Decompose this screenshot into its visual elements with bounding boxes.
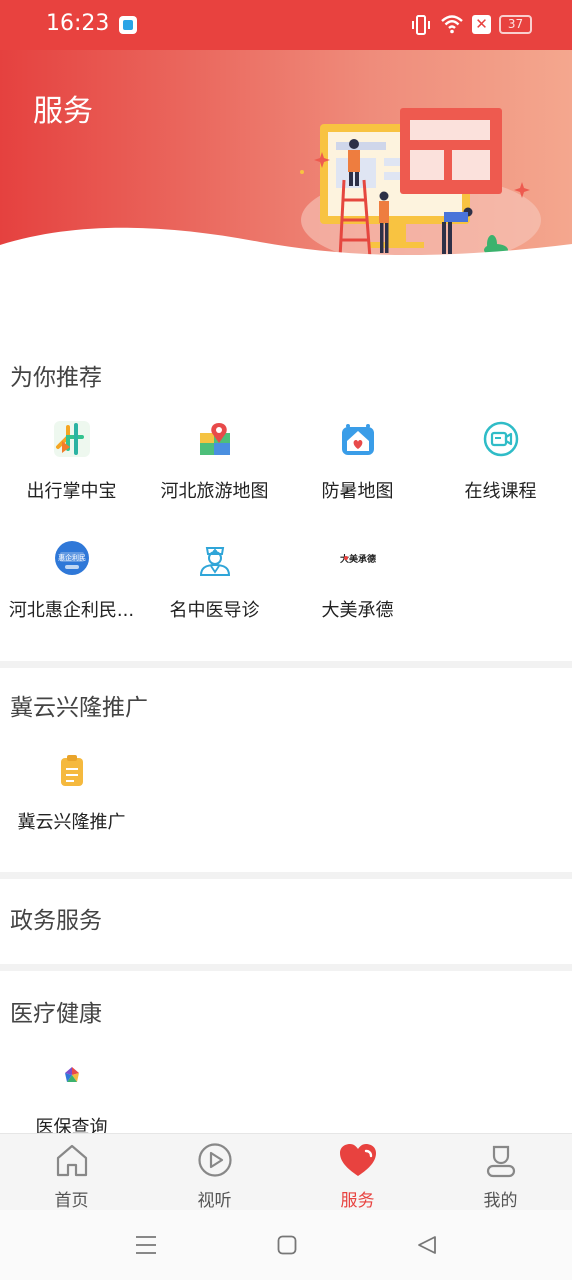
play-icon <box>197 1143 232 1177</box>
service-item-heat-map[interactable]: 防暑地图 <box>286 419 429 529</box>
nav-tab-profile[interactable]: 我的 <box>429 1134 572 1211</box>
service-item-label: 河北旅游地图 <box>160 481 269 502</box>
service-item-hebei-benefit[interactable]: 惠企利民 河北惠企利民... <box>0 538 143 648</box>
wifi-icon <box>441 15 463 34</box>
system-navigation-bar <box>0 1210 572 1280</box>
nav-label: 首页 <box>54 1191 89 1211</box>
user-icon <box>486 1145 515 1178</box>
section-title-medical: 医疗健康 <box>10 1001 102 1027</box>
section-title-jiyun: 冀云兴隆推广 <box>10 695 148 721</box>
service-item-travel-map[interactable]: 河北旅游地图 <box>143 419 286 529</box>
sim-x-icon: ✕ <box>472 15 491 34</box>
status-time: 16:23 <box>46 11 110 36</box>
nav-label: 我的 <box>483 1191 518 1211</box>
nav-label: 服务 <box>340 1191 375 1211</box>
service-item-chengde[interactable]: 大美承德 大美承德 <box>286 538 429 648</box>
video-camera-icon <box>483 421 518 457</box>
service-item-jiyun-promo[interactable]: 冀云兴隆推广 <box>0 750 143 860</box>
service-item-label: 冀云兴隆推广 <box>17 812 126 833</box>
section-title-recommend: 为你推荐 <box>10 365 102 391</box>
page-header: 服务 <box>0 50 572 260</box>
home-square-icon[interactable] <box>277 1235 297 1255</box>
battery-icon: 37 <box>499 15 532 34</box>
section-title-government: 政务服务 <box>10 908 102 934</box>
section-divider <box>0 661 572 668</box>
chengde-logo-icon: 大美承德 <box>339 553 375 565</box>
heart-icon <box>339 1144 376 1176</box>
house-heart-icon <box>341 424 374 455</box>
nav-tab-home[interactable]: 首页 <box>0 1134 143 1211</box>
home-icon <box>56 1144 87 1177</box>
service-item-label: 名中医导诊 <box>169 600 260 621</box>
header-wave <box>0 227 572 260</box>
section-divider <box>0 964 572 971</box>
service-item-label: 出行掌中宝 <box>26 481 117 502</box>
svg-text:惠企利民: 惠企利民 <box>58 553 86 562</box>
service-item-doctor-guide[interactable]: 名中医导诊 <box>143 538 286 648</box>
service-item-travel[interactable]: 出行掌中宝 <box>0 419 143 529</box>
status-bar: 16:23 ✕ 37 <box>0 0 572 50</box>
back-triangle-icon[interactable] <box>417 1235 437 1255</box>
service-item-online-course[interactable]: 在线课程 <box>429 419 572 529</box>
hebei-badge-icon: 惠企利民 <box>54 541 89 575</box>
doctor-icon <box>199 547 230 576</box>
clipboard-icon <box>60 755 83 786</box>
service-item-label: 防暑地图 <box>321 481 394 502</box>
nav-label: 视听 <box>197 1191 232 1211</box>
vibrate-icon <box>412 15 430 35</box>
nav-tab-video[interactable]: 视听 <box>143 1134 286 1211</box>
service-item-label: 在线课程 <box>464 481 537 502</box>
section-divider <box>0 872 572 879</box>
app-notification-icon <box>119 16 137 34</box>
map-pin-icon <box>199 423 230 455</box>
metro-map-icon <box>53 421 90 457</box>
bottom-navigation: 首页 视听 服务 我的 <box>0 1133 572 1211</box>
menu-icon[interactable] <box>135 1235 157 1255</box>
service-item-label: 河北惠企利民... <box>8 600 135 621</box>
nav-tab-service[interactable]: 服务 <box>286 1134 429 1211</box>
service-item-label: 大美承德 <box>321 600 394 621</box>
medical-insurance-icon <box>64 1067 79 1082</box>
